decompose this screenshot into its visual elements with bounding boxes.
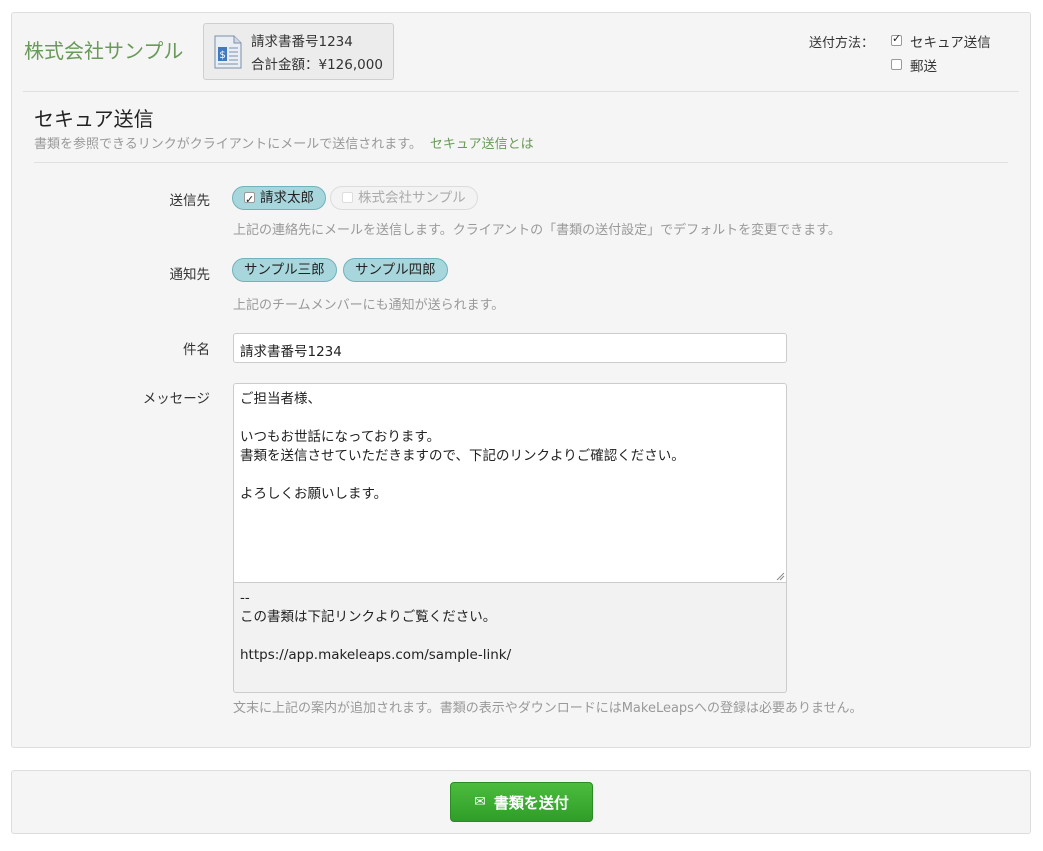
recipient-checkbox[interactable] bbox=[244, 189, 255, 211]
footer-help: 文末に上記の案内が追加されます。書類の表示やダウンロードにはMakeLeapsへ… bbox=[233, 701, 863, 716]
section-description-text: 書類を参照できるリンクがクライアントにメールで送信されます。 bbox=[34, 137, 422, 152]
message-label: メッセージ bbox=[142, 391, 210, 407]
subject-input[interactable]: 請求書番号1234 bbox=[233, 333, 787, 363]
footer-line bbox=[240, 627, 780, 646]
message-line bbox=[240, 409, 780, 428]
message-textarea[interactable]: ご担当者様、 いつもお世話になっております。 書類を送信させていただきますので、… bbox=[233, 383, 787, 583]
secure-send-help-link[interactable]: セキュア送信とは bbox=[430, 137, 534, 152]
delivery-method-label: 送付方法： bbox=[809, 36, 875, 51]
postal-mail-option-label[interactable]: 郵送 bbox=[910, 55, 937, 75]
recipient-chip[interactable]: 株式会社サンプル bbox=[330, 186, 478, 210]
subject-label: 件名 bbox=[183, 342, 210, 358]
message-line bbox=[240, 466, 780, 485]
mail-icon: ✉ bbox=[474, 794, 486, 810]
message-footer: -- この書類は下記リンクよりご覧ください。 https://app.makel… bbox=[233, 583, 787, 693]
send-button-label: 書類を送付 bbox=[493, 793, 569, 812]
notify-member-chip[interactable]: サンプル三郎 bbox=[232, 258, 337, 282]
section-description: 書類を参照できるリンクがクライアントにメールで送信されます。 セキュア送信とは bbox=[34, 133, 534, 152]
secure-send-option-label[interactable]: セキュア送信 bbox=[910, 31, 991, 51]
header-divider bbox=[23, 91, 1019, 92]
message-line: いつもお世話になっております。 bbox=[240, 429, 441, 445]
document-number: 請求書番号1234 bbox=[251, 34, 353, 50]
notify-member-chip[interactable]: サンプル四郎 bbox=[343, 258, 448, 282]
message-line: ご担当者様、 bbox=[240, 391, 321, 407]
invoice-document-icon: $ bbox=[214, 35, 242, 69]
action-bar: ✉ 書類を送付 bbox=[11, 770, 1031, 834]
section-title: セキュア送信 bbox=[34, 107, 154, 131]
recipient-chip[interactable]: 請求太郎 bbox=[232, 186, 326, 211]
recipient-checkbox[interactable] bbox=[342, 192, 353, 203]
postal-mail-checkbox[interactable] bbox=[891, 59, 902, 70]
recipient-name: 株式会社サンプル bbox=[358, 190, 466, 206]
resize-handle-icon[interactable] bbox=[775, 571, 785, 581]
recipients-help: 上記の連絡先にメールを送信します。クライアントの「書類の送付設定」でデフォルトを… bbox=[233, 223, 841, 238]
recipient-name: 請求太郎 bbox=[260, 190, 314, 206]
secure-send-checkbox[interactable] bbox=[891, 32, 902, 46]
document-total: 合計金額：¥126,000 bbox=[251, 57, 383, 73]
section-divider bbox=[34, 162, 1008, 163]
recipients-label: 送信先 bbox=[169, 193, 211, 209]
svg-text:$: $ bbox=[219, 50, 225, 61]
notify-help: 上記のチームメンバーにも通知が送られます。 bbox=[233, 298, 505, 313]
send-document-button[interactable]: ✉ 書類を送付 bbox=[450, 782, 593, 822]
footer-line: -- bbox=[240, 590, 250, 606]
message-line: よろしくお願いします。 bbox=[240, 486, 388, 502]
notify-label: 通知先 bbox=[169, 267, 211, 283]
footer-line: https://app.makeleaps.com/sample-link/ bbox=[240, 647, 512, 663]
company-name: 株式会社サンプル bbox=[24, 39, 184, 63]
message-line: 書類を送信させていただきますので、下記のリンクよりご確認ください。 bbox=[240, 448, 685, 464]
send-panel: 株式会社サンプル $ 請求書番号1234 合計金額：¥126,000 送付方法：… bbox=[11, 12, 1031, 748]
footer-line: この書類は下記リンクよりご覧ください。 bbox=[240, 609, 497, 625]
document-card: $ 請求書番号1234 合計金額：¥126,000 bbox=[203, 23, 394, 80]
